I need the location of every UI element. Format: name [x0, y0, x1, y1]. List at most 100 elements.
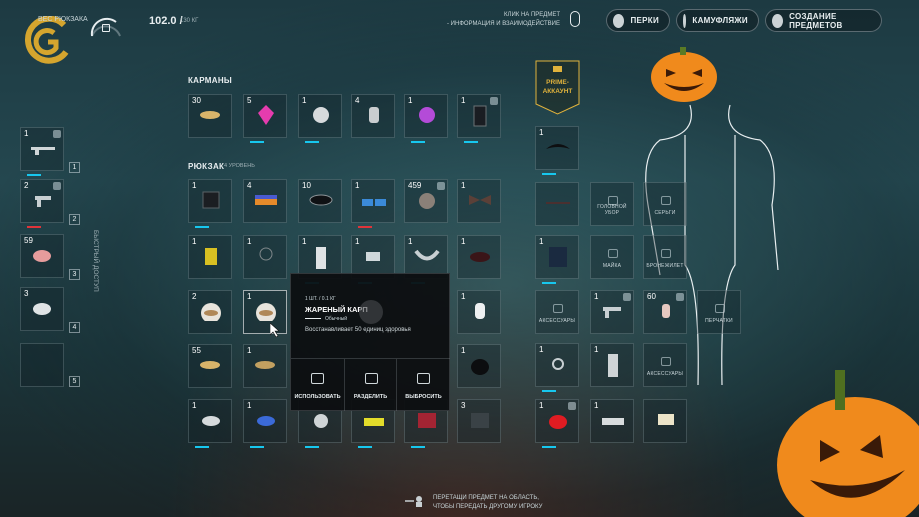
backpack-slot-r2c1[interactable]: 1 [188, 235, 232, 279]
watch-icon [552, 358, 564, 370]
transfer-icon [404, 494, 424, 507]
equip-accessories2-slot[interactable]: АКСЕССУАРЫ [643, 343, 687, 387]
fish-icon [200, 111, 220, 119]
perks-icon [613, 13, 625, 28]
backpack-slot-r5c6[interactable]: 3 [457, 399, 501, 443]
backpack-slot-r1c6[interactable]: 1 [457, 179, 501, 223]
sneakers-icon [364, 418, 384, 426]
equip-wrist-slot[interactable]: 60 [643, 290, 687, 334]
backpack-slot-r2c2[interactable]: 1 [243, 235, 287, 279]
backpack-slot-r5c1[interactable]: 1 [188, 399, 232, 448]
equip-mask-slot[interactable]: 1 [535, 126, 579, 175]
quick-slot-2[interactable]: 2 [20, 179, 64, 228]
crab-icon [202, 416, 220, 426]
lock-icon [623, 293, 631, 301]
equip-gloves-slot[interactable]: ПЕРЧАТКИ [697, 290, 741, 334]
ticket-icon [658, 414, 674, 425]
backpack-slot-r1c1[interactable]: 1 [188, 179, 232, 228]
sunglasses-icon [309, 194, 333, 206]
camo-button[interactable]: КАМУФЛЯЖИ [676, 9, 759, 32]
prime-line1: PRIME- [546, 79, 569, 86]
backpack-weight-label: ВЕС РЮКЗАКА [38, 16, 88, 23]
fish-icon [255, 361, 275, 369]
quick-slot-5[interactable] [20, 343, 64, 387]
pocket-slot-4[interactable]: 4 [351, 94, 395, 138]
weight-value: 102.0 / [149, 15, 183, 27]
pocket-slot-2[interactable]: 5 [243, 94, 287, 143]
camo-icon [683, 13, 687, 28]
sweater-icon [418, 413, 436, 428]
prime-account-badge[interactable]: PRIME- АККАУНТ [535, 60, 580, 115]
backpack-slot-r3c2[interactable]: 1 [243, 290, 287, 334]
can-icon [369, 107, 379, 123]
drop-button[interactable]: ВЫБРОСИТЬ [397, 358, 450, 411]
equip-cap-slot[interactable]: 1 [535, 399, 579, 448]
lobster-icon [257, 416, 275, 426]
click-hint-line1: КЛИК НА ПРЕДМЕТ [504, 12, 560, 18]
quick-slot-number-3: 3 [69, 269, 80, 280]
quick-slot-1[interactable]: 1 [20, 127, 64, 176]
backpack-slot-r5c2[interactable]: 1 [243, 399, 287, 448]
popup-rarity: Обычный [325, 316, 348, 322]
equip-pants-slot[interactable]: 1 [590, 343, 634, 387]
quick-slot-4[interactable]: 3 [20, 287, 64, 331]
crafting-button[interactable]: СОЗДАНИЕ ПРЕДМЕТОВ [765, 9, 882, 32]
lock-icon [53, 182, 61, 190]
split-button[interactable]: РАЗДЕЛИТЬ [344, 358, 397, 411]
backpack-slot-r4c6[interactable]: 1 [457, 344, 501, 388]
backpack-slot-r4c2[interactable]: 1 [243, 344, 287, 388]
equip-glasses-slot[interactable] [535, 182, 579, 226]
lock-icon [437, 182, 445, 190]
equip-accessories-slot[interactable]: АКСЕССУАРЫ [535, 290, 579, 334]
equip-shoes-slot[interactable]: 1 [590, 399, 634, 443]
mustache-icon [546, 144, 570, 149]
fish-icon [200, 361, 220, 369]
backpack-slot-r3c1[interactable]: 2 [188, 290, 232, 334]
equip-earrings-slot[interactable]: СЕРЬГИ [643, 182, 687, 226]
backpack-slot-r1c5[interactable]: 459 [404, 179, 448, 223]
equip-weapon-slot[interactable]: 1 [590, 290, 634, 334]
equip-watch-slot[interactable]: 1 [535, 343, 579, 392]
perks-button[interactable]: ПЕРКИ [606, 9, 670, 32]
scrap-icon [314, 414, 328, 428]
crystal-icon [258, 105, 274, 125]
prime-line2: АККАУНТ [542, 88, 573, 95]
glove-icon [715, 304, 725, 313]
pocket-slot-6[interactable]: 1 [457, 94, 501, 143]
quick-slot-number-2: 2 [69, 214, 80, 225]
bow-tie-icon [469, 195, 491, 205]
popup-item-image [359, 300, 383, 324]
hoodie-icon [202, 191, 220, 209]
backpack-level: 4 УРОВЕНЬ [224, 163, 255, 169]
pocket-slot-5[interactable]: 1 [404, 94, 448, 143]
equip-outerwear-slot[interactable]: 1 [535, 235, 579, 284]
mouse-cursor-icon [269, 322, 280, 342]
equip-headwear-slot[interactable]: ГОЛОВНОЙ УБОР [590, 182, 634, 226]
hand-item-icon [662, 304, 670, 318]
jeans-icon [316, 247, 326, 269]
backpack-slot-r3c6[interactable]: 1 [457, 290, 501, 334]
equip-armor-slot[interactable]: БРОНЕЖИЛЕТ [643, 235, 687, 279]
pocket-slot-1[interactable]: 30 [188, 94, 232, 138]
quick-slot-number-4: 4 [69, 322, 80, 333]
transfer-hint-line1: ПЕРЕТАЩИ ПРЕДМЕТ НА ОБЛАСТЬ, [433, 495, 539, 501]
server-logo [20, 15, 78, 66]
shirt-icon [608, 249, 618, 258]
weight-lock-icon [102, 24, 110, 32]
use-button[interactable]: ИСПОЛЬЗОВАТЬ [291, 358, 344, 411]
canister-icon [205, 248, 217, 265]
backpack-slot-r1c3[interactable]: 10 [298, 179, 342, 223]
click-hint-line2: - ИНФОРМАЦИЯ И ВЗАИМОДЕЙСТВИЕ [447, 21, 560, 27]
backpack-slot-r1c2[interactable]: 4 [243, 179, 287, 223]
equip-shirt-slot[interactable]: МАЙКА [590, 235, 634, 279]
backpack-slot-r1c4[interactable]: 1 [351, 179, 395, 228]
pistol-icon [603, 307, 621, 318]
pocket-slot-3[interactable]: 1 [298, 94, 342, 143]
shoe-icon [366, 252, 380, 261]
lock-icon [676, 293, 684, 301]
quick-slot-3[interactable]: 59 [20, 234, 64, 278]
backpack-slot-r4c1[interactable]: 55 [188, 344, 232, 388]
backpack-slot-r2c6[interactable]: 1 [457, 235, 501, 279]
backpack-title: РЮКЗАК [188, 162, 225, 171]
equip-ticket-slot[interactable] [643, 399, 687, 443]
